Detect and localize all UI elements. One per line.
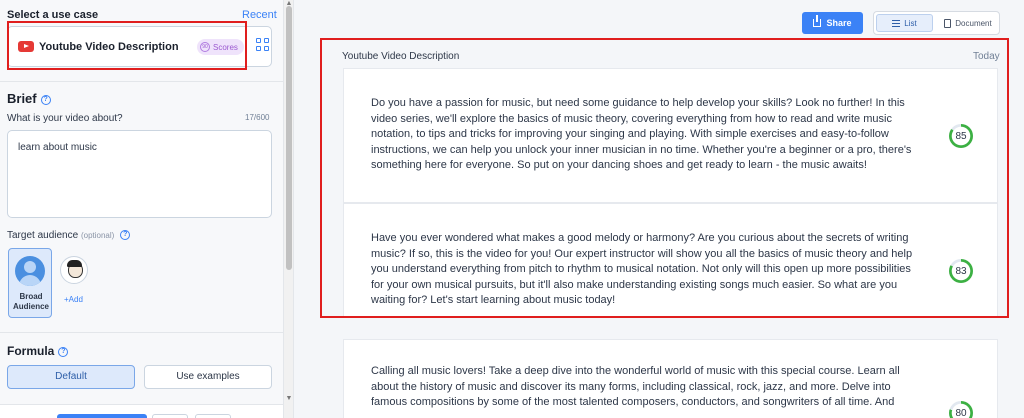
optional-note: (optional): [80, 231, 115, 240]
brief-title-text: Brief: [7, 91, 37, 106]
help-icon[interactable]: ?: [58, 346, 69, 357]
secondary-button[interactable]: [152, 414, 188, 418]
brief-textarea[interactable]: learn about music: [7, 130, 272, 218]
view-document-button[interactable]: Document: [938, 14, 998, 32]
recent-link[interactable]: Recent: [242, 9, 277, 21]
audience-avatar-icon: [15, 256, 45, 286]
formula-option-use-examples[interactable]: Use examples: [144, 365, 272, 389]
formula-title-text: Formula: [7, 344, 55, 358]
secondary-button[interactable]: [195, 414, 231, 418]
list-icon: [892, 19, 901, 27]
scrollbar-thumb[interactable]: [286, 6, 292, 270]
formula-title: Formula?: [7, 344, 69, 358]
score-ring: 80: [949, 401, 973, 418]
add-audience-avatar-icon[interactable]: [60, 256, 88, 284]
divider: [0, 332, 283, 333]
document-icon: [944, 18, 952, 28]
generate-button[interactable]: [57, 414, 147, 418]
audience-card-broad[interactable]: Broad Audience: [8, 248, 52, 318]
result-text: Calling all music lovers! Take a deep di…: [371, 365, 900, 408]
audience-card-label: Broad Audience: [12, 292, 49, 311]
brief-title: Brief?: [7, 91, 51, 106]
scroll-up-icon[interactable]: ▲: [285, 0, 293, 8]
view-list-label: List: [904, 18, 917, 28]
score-value: 80: [955, 407, 967, 418]
scroll-down-icon[interactable]: ▼: [285, 395, 293, 403]
target-audience-text: Target audience: [7, 230, 79, 241]
view-list-button[interactable]: List: [876, 14, 933, 32]
highlight-box: [320, 38, 1009, 318]
brief-question: What is your video about?: [7, 113, 123, 124]
result-card[interactable]: Calling all music lovers! Take a deep di…: [343, 339, 998, 418]
divider: [0, 81, 283, 82]
target-audience-label: Target audience (optional)?: [7, 230, 131, 241]
share-icon: [813, 15, 822, 27]
add-audience-link[interactable]: +Add: [64, 295, 83, 304]
use-case-label: Select a use case: [7, 9, 99, 21]
view-toggle: List Document: [873, 11, 1000, 35]
grid-icon[interactable]: [256, 38, 270, 52]
char-counter: 17/600: [245, 113, 270, 122]
view-document-label: Document: [955, 18, 992, 28]
help-icon[interactable]: ?: [120, 230, 131, 241]
share-label: Share: [826, 18, 852, 28]
formula-option-default[interactable]: Default: [7, 365, 135, 389]
highlight-box: [7, 21, 247, 70]
help-icon[interactable]: ?: [40, 94, 51, 105]
share-button[interactable]: Share: [802, 12, 863, 34]
